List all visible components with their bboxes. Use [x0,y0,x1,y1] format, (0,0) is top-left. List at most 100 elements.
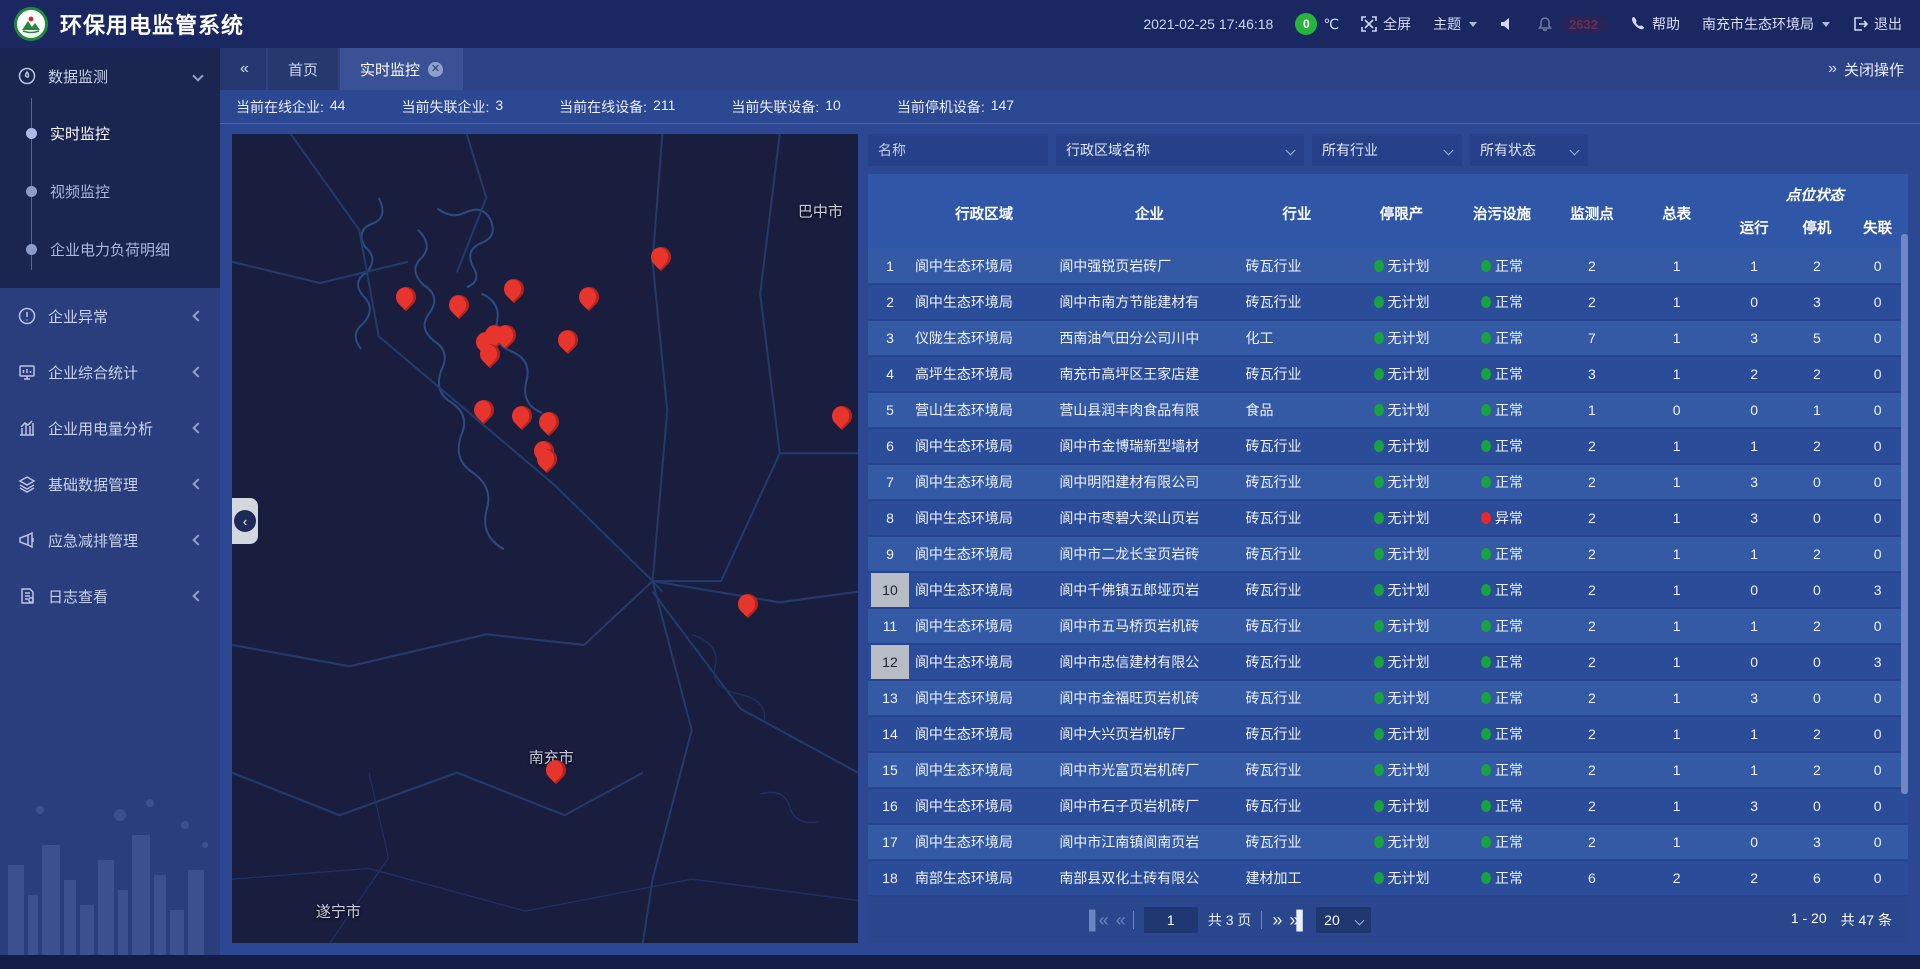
cell-region: 阆中生态环境局 [912,716,1056,752]
map-marker-pin[interactable] [578,286,600,316]
map-marker-pin[interactable] [448,294,470,324]
tab-close-icon[interactable]: ✕ [428,62,443,77]
column-region: 行政区域 [912,174,1056,248]
tab-home[interactable]: 首页 [268,48,338,90]
table-row[interactable]: 2 阆中生态环境局 阆中市南方节能建材有 砖瓦行业 无计划 正常 2 1 0 [868,284,1908,320]
cell-running: 0 [1722,572,1787,608]
map-marker-pin[interactable] [511,405,533,435]
first-page-button[interactable]: ▌« [1089,911,1106,929]
map-marker-pin[interactable] [557,329,579,359]
table-row[interactable]: 14 阆中生态环境局 阆中大兴页岩机砖厂 砖瓦行业 无计划 正常 2 1 1 [868,716,1908,752]
map-marker-pin[interactable] [473,399,495,429]
map-marker-pin[interactable] [479,343,501,373]
map-marker-pin[interactable] [545,759,567,789]
last-page-button[interactable]: »▌ [1289,911,1306,929]
cell-offline: 0 [1847,464,1908,500]
cell-company: 阆中大兴页岩机砖厂 [1056,716,1242,752]
sidebar-subitem[interactable]: 视频监控 [0,162,220,220]
cell-points: 7 [1552,320,1632,356]
prev-page-button[interactable]: « [1116,911,1123,929]
chevron-left-icon [192,590,203,601]
industry-filter-select[interactable]: 所有行业 [1312,134,1462,166]
map-marker-pin[interactable] [503,278,525,308]
sidebar-item-power-analysis[interactable]: 企业用电量分析 [0,400,220,456]
next-page-button[interactable]: » [1272,911,1279,929]
sidebar-item-data-monitor[interactable]: 数据监测 [0,48,220,104]
table-scrollbar[interactable] [1901,234,1908,794]
pin-icon [575,283,603,311]
cell-company: 阆中市枣碧大梁山页岩 [1056,500,1242,536]
table-row[interactable]: 16 阆中生态环境局 阆中市石子页岩机砖厂 砖瓦行业 无计划 正常 2 1 3 [868,788,1908,824]
fullscreen-button[interactable]: 全屏 [1361,14,1411,34]
cell-facility: 正常 [1452,788,1552,824]
cell-industry: 砖瓦行业 [1243,536,1352,572]
page-size-select[interactable]: 20 [1316,907,1371,933]
sidebar-subitem[interactable]: 企业电力负荷明细 [0,220,220,278]
table-row[interactable]: 1 阆中生态环境局 阆中强锐页岩砖厂 砖瓦行业 无计划 正常 2 1 1 2 [868,248,1908,284]
org-dropdown[interactable]: 南充市生态环境局 [1702,14,1830,34]
row-index: 4 [871,357,909,391]
pin-icon [553,326,581,354]
cell-meters: 1 [1632,356,1722,392]
table-panel: 行政区域名称 所有行业 所有状态 [868,134,1908,943]
sidebar-item-enterprise-statistics[interactable]: 企业综合统计 [0,344,220,400]
theme-dropdown[interactable]: 主题 [1433,14,1477,34]
region-filter-select[interactable]: 行政区域名称 [1056,134,1304,166]
sidebar-item-base-data[interactable]: 基础数据管理 [0,456,220,512]
chevron-left-circle-icon: ‹ [234,510,256,532]
table-row[interactable]: 4 高坪生态环境局 南充市高坪区王家店建 砖瓦行业 无计划 正常 3 1 2 [868,356,1908,392]
cell-facility: 正常 [1452,320,1552,356]
map-marker-pin[interactable] [395,286,417,316]
sidebar-item-enterprise-abnormal[interactable]: 企业异常 [0,288,220,344]
chevron-down-icon [1444,145,1454,155]
cell-industry: 砖瓦行业 [1243,356,1352,392]
table-row[interactable]: 12 阆中生态环境局 阆中市忠信建材有限公 砖瓦行业 无计划 正常 2 1 0 [868,644,1908,680]
mute-button[interactable] [1499,16,1515,32]
table-row[interactable]: 8 阆中生态环境局 阆中市枣碧大梁山页岩 砖瓦行业 无计划 异常 2 1 3 [868,500,1908,536]
tab-realtime-monitor[interactable]: 实时监控 ✕ [340,48,463,90]
status-dot-icon [1374,260,1384,272]
table-row[interactable]: 9 阆中生态环境局 阆中市二龙长宝页岩砖 砖瓦行业 无计划 正常 2 1 1 [868,536,1908,572]
cell-facility: 正常 [1452,680,1552,716]
cell-region: 营山生态环境局 [912,392,1056,428]
cell-points: 6 [1552,860,1632,896]
name-filter-input[interactable] [868,134,1048,166]
table-row[interactable]: 7 阆中生态环境局 阆中明阳建材有限公司 砖瓦行业 无计划 正常 2 1 3 [868,464,1908,500]
map-marker-pin[interactable] [538,411,560,441]
page-number-input[interactable] [1144,907,1198,933]
stats-bar: 当前在线企业: 44 当前失联企业: 3 当前在线设备: 211 当前失联设备:… [220,90,1920,124]
table-row[interactable]: 17 阆中生态环境局 阆中市江南镇阆南页岩 砖瓦行业 无计划 正常 2 1 0 [868,824,1908,860]
map-marker-pin[interactable] [831,405,853,435]
table-row[interactable]: 6 阆中生态环境局 阆中市金博瑞新型墙材 砖瓦行业 无计划 正常 2 1 1 [868,428,1908,464]
table-row[interactable]: 3 仪陇生态环境局 西南油气田分公司川中 化工 无计划 正常 7 1 3 5 [868,320,1908,356]
cell-running: 0 [1722,392,1787,428]
cell-industry: 建材加工 [1243,860,1352,896]
sidebar-item-emergency-reduction[interactable]: 应急减排管理 [0,512,220,568]
table-row[interactable]: 5 营山生态环境局 营山县润丰肉食品有限 食品 无计划 正常 1 0 0 1 [868,392,1908,428]
pager-divider [1133,911,1134,929]
close-operations-button[interactable]: 关闭操作 [1844,59,1904,80]
map-marker-pin[interactable] [737,593,759,623]
map-collapse-handle[interactable]: ‹ [232,498,258,544]
table-row[interactable]: 18 南部生态环境局 南部县双化土砖有限公 建材加工 无计划 正常 6 2 2 [868,860,1908,896]
cell-offline: 0 [1847,284,1908,320]
chevron-left-icon [192,366,203,377]
table-row[interactable]: 15 阆中生态环境局 阆中市光富页岩机砖厂 砖瓦行业 无计划 正常 2 1 1 [868,752,1908,788]
sidebar-item-log-view[interactable]: 日志查看 [0,568,220,624]
gauge-icon [18,67,36,85]
map-panel[interactable]: 巴中市 南充市 遂宁市 [232,134,858,943]
help-button[interactable]: 帮助 [1630,14,1680,34]
cell-industry: 砖瓦行业 [1243,284,1352,320]
table-row[interactable]: 13 阆中生态环境局 阆中市金福旺页岩机砖 砖瓦行业 无计划 正常 2 1 3 [868,680,1908,716]
map-marker-pin[interactable] [536,448,558,478]
tabs-scroll-right-icon[interactable]: » [1828,60,1834,78]
sidebar-subitem[interactable]: 实时监控 [0,104,220,162]
cell-limit: 无计划 [1351,860,1451,896]
notifications-button[interactable]: 2632 [1537,16,1608,33]
status-filter-select[interactable]: 所有状态 [1470,134,1588,166]
logout-button[interactable]: 退出 [1852,14,1902,34]
map-marker-pin[interactable] [650,246,672,276]
tabs-scroll-left-button[interactable]: « [220,48,266,90]
table-row[interactable]: 10 阆中生态环境局 阆中千佛镇五郎垭页岩 砖瓦行业 无计划 正常 2 1 0 [868,572,1908,608]
table-row[interactable]: 11 阆中生态环境局 阆中市五马桥页岩机砖 砖瓦行业 无计划 正常 2 1 1 [868,608,1908,644]
